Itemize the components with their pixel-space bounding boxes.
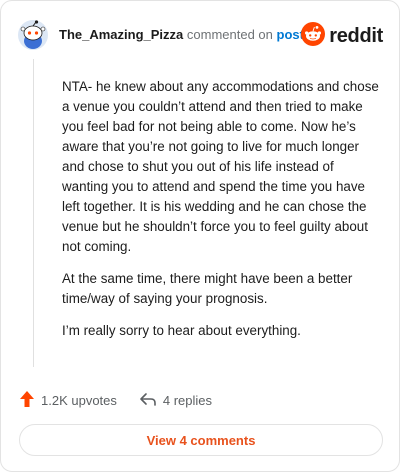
- comment-header: The_Amazing_Pizza commented on post redd…: [17, 19, 383, 53]
- reply-arrow-icon: [139, 391, 163, 410]
- upvote-button[interactable]: 1.2K upvotes: [19, 390, 117, 411]
- comment-card: The_Amazing_Pizza commented on post redd…: [0, 0, 400, 472]
- comment-paragraph: At the same time, there might have been …: [62, 271, 353, 306]
- post-link[interactable]: post: [277, 27, 304, 42]
- upvote-arrow-icon: [19, 390, 41, 411]
- comment-paragraph: I’m really sorry to hear about everythin…: [62, 323, 301, 338]
- comment-paragraph: NTA- he knew about any accommodations an…: [62, 79, 379, 254]
- snoo-avatar-icon[interactable]: [17, 19, 49, 51]
- thread-line[interactable]: [33, 59, 34, 367]
- username-link[interactable]: The_Amazing_Pizza: [59, 27, 183, 42]
- comment-meta: The_Amazing_Pizza commented on post: [59, 27, 304, 43]
- view-comments-button[interactable]: View 4 comments: [19, 424, 383, 456]
- upvote-count: 1.2K upvotes: [41, 392, 117, 408]
- comment-actions: 1.2K upvotes 4 replies: [19, 390, 212, 410]
- reddit-logo[interactable]: reddit: [301, 21, 383, 51]
- reply-button[interactable]: 4 replies: [139, 391, 212, 410]
- reply-count: 4 replies: [162, 392, 213, 408]
- reddit-logo-icon: [301, 21, 326, 51]
- reddit-wordmark: reddit: [329, 24, 383, 47]
- comment-body: NTA- he knew about any accommodations an…: [62, 77, 382, 353]
- commented-on-label: commented on: [186, 27, 273, 42]
